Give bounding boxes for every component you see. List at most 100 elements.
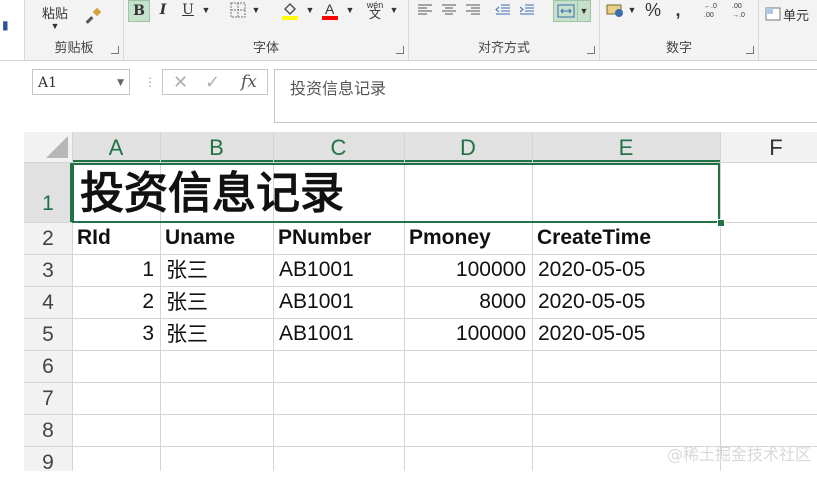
- paste-dropdown-icon[interactable]: ▼: [47, 16, 63, 36]
- increase-indent-button[interactable]: [517, 0, 537, 20]
- accounting-dropdown-icon[interactable]: ▼: [626, 0, 638, 20]
- cell-c4[interactable]: AB1001: [273, 286, 404, 318]
- cancel-icon[interactable]: ✕: [173, 72, 188, 93]
- decrease-indent-button[interactable]: [493, 0, 513, 20]
- font-color-icon: A: [322, 1, 338, 20]
- borders-dropdown-icon[interactable]: ▼: [250, 0, 262, 20]
- cell-e2[interactable]: CreateTime: [532, 222, 720, 254]
- font-group: B I U ▼ ▼ ▼ A ▼ wén 文 ▼ 字体: [124, 0, 409, 60]
- cell-e3[interactable]: 2020-05-05: [532, 254, 720, 286]
- styles-group: 单元: [759, 0, 817, 60]
- clipboard-group: 粘贴 ▼ 剪贴板: [25, 0, 124, 60]
- cell-a2[interactable]: RId: [72, 222, 160, 254]
- cell-b2[interactable]: Uname: [160, 222, 273, 254]
- insert-function-icon[interactable]: fx: [241, 72, 257, 92]
- row-header-1[interactable]: 1: [24, 162, 72, 222]
- decrease-decimal-icon: .00→.0: [732, 3, 745, 19]
- merge-dropdown-icon[interactable]: ▼: [577, 0, 591, 22]
- ribbon: ▮ 粘贴 ▼ 剪贴板 B I U ▼ ▼ ▼ A ▼ wén 文 ▼ 字体 ▼ …: [0, 0, 817, 61]
- cell-a3[interactable]: 1: [72, 254, 160, 286]
- cell-b3[interactable]: 张三: [160, 254, 273, 286]
- merge-center-icon: [557, 4, 575, 18]
- align-right-button[interactable]: [463, 0, 483, 20]
- worksheet-grid: A B C D E F 1 2 3 4 5 6 7 8 9 投资信息记录 RId…: [24, 132, 817, 474]
- row-header-2[interactable]: 2: [24, 222, 72, 254]
- row-header-3[interactable]: 3: [24, 254, 72, 286]
- row-header-7[interactable]: 7: [24, 382, 72, 414]
- fill-color-button[interactable]: [278, 0, 302, 20]
- currency-icon: [606, 4, 623, 17]
- formula-buttons: ✕ ✓ fx: [162, 69, 268, 95]
- font-group-label: 字体: [252, 41, 279, 56]
- column-header-d[interactable]: D: [404, 132, 532, 162]
- increase-decimal-icon: ←.0.00: [704, 3, 717, 19]
- cell-d3[interactable]: 100000: [404, 254, 532, 286]
- row-header-9[interactable]: 9: [24, 446, 72, 478]
- increase-indent-icon: [519, 4, 534, 15]
- number-group: ▼ % , ←.0.00 .00 →.0 数字: [600, 0, 759, 60]
- decrease-indent-icon: [495, 4, 510, 15]
- cell-d2[interactable]: Pmoney: [404, 222, 532, 254]
- cell-b5[interactable]: 张三: [160, 318, 273, 350]
- cell-a5[interactable]: 3: [72, 318, 160, 350]
- column-header-a[interactable]: A: [72, 132, 160, 162]
- phonetic-dropdown-icon[interactable]: ▼: [388, 0, 400, 20]
- font-color-dropdown-icon[interactable]: ▼: [344, 0, 356, 20]
- name-box[interactable]: A1 ▼: [32, 69, 130, 95]
- align-right-icon: [466, 4, 480, 15]
- row-header-6[interactable]: 6: [24, 350, 72, 382]
- enter-icon[interactable]: ✓: [205, 72, 220, 93]
- percent-button[interactable]: %: [642, 0, 664, 20]
- accounting-format-button[interactable]: [604, 0, 626, 20]
- clipboard-group-label: 剪贴板: [54, 41, 94, 56]
- comma-button[interactable]: ,: [670, 0, 686, 20]
- bold-button[interactable]: B: [128, 0, 150, 22]
- cell-b4[interactable]: 张三: [160, 286, 273, 318]
- cell-e4[interactable]: 2020-05-05: [532, 286, 720, 318]
- row-header-5[interactable]: 5: [24, 318, 72, 350]
- merge-center-button[interactable]: [553, 0, 579, 22]
- cell-d5[interactable]: 100000: [404, 318, 532, 350]
- align-left-icon: [418, 4, 432, 15]
- font-launcher-icon[interactable]: [396, 46, 404, 54]
- title-cell-a1[interactable]: 投资信息记录: [72, 163, 720, 223]
- column-header-f[interactable]: F: [720, 132, 817, 162]
- font-color-button[interactable]: A: [318, 0, 342, 20]
- alignment-launcher-icon[interactable]: [587, 46, 595, 54]
- column-header-b[interactable]: B: [160, 132, 273, 162]
- cell-a4[interactable]: 2: [72, 286, 160, 318]
- cell-c5[interactable]: AB1001: [273, 318, 404, 350]
- row-header-8[interactable]: 8: [24, 414, 72, 446]
- formula-bar-grip-icon[interactable]: ⋮: [144, 75, 156, 89]
- column-header-c[interactable]: C: [273, 132, 404, 162]
- svg-text:.00: .00: [704, 12, 714, 19]
- cell-styles-label: 单元: [783, 8, 810, 24]
- phonetic-button[interactable]: wén 文: [364, 0, 386, 21]
- format-painter-button[interactable]: [81, 6, 107, 26]
- align-center-icon: [442, 4, 456, 15]
- column-header-e[interactable]: E: [532, 132, 720, 162]
- alignment-group: ▼ 对齐方式: [409, 0, 600, 60]
- underline-button[interactable]: U: [178, 0, 198, 20]
- name-box-dropdown-icon[interactable]: ▼: [117, 70, 124, 96]
- number-launcher-icon[interactable]: [746, 46, 754, 54]
- decrease-decimal-button[interactable]: .00 →.0: [728, 0, 752, 20]
- cell-c2[interactable]: PNumber: [273, 222, 404, 254]
- fill-color-dropdown-icon[interactable]: ▼: [304, 0, 316, 20]
- cell-styles-button[interactable]: 单元: [765, 4, 817, 24]
- align-left-button[interactable]: [415, 0, 435, 20]
- cell-d4[interactable]: 8000: [404, 286, 532, 318]
- italic-button[interactable]: I: [154, 0, 172, 20]
- underline-dropdown-icon[interactable]: ▼: [200, 0, 212, 20]
- clipboard-launcher-icon[interactable]: [111, 46, 119, 54]
- formula-input[interactable]: 投资信息记录: [274, 69, 817, 123]
- row-header-4[interactable]: 4: [24, 286, 72, 318]
- increase-decimal-button[interactable]: ←.0.00: [700, 0, 724, 20]
- watermark: @稀土掘金技术社区: [666, 445, 811, 464]
- formula-bar-area: A1 ▼ ⋮ ✕ ✓ fx 投资信息记录: [24, 61, 817, 123]
- cell-e5[interactable]: 2020-05-05: [532, 318, 720, 350]
- cell-c3[interactable]: AB1001: [273, 254, 404, 286]
- borders-button[interactable]: [228, 0, 248, 20]
- align-center-button[interactable]: [439, 0, 459, 20]
- ribbon-left-strip: ▮: [0, 0, 25, 60]
